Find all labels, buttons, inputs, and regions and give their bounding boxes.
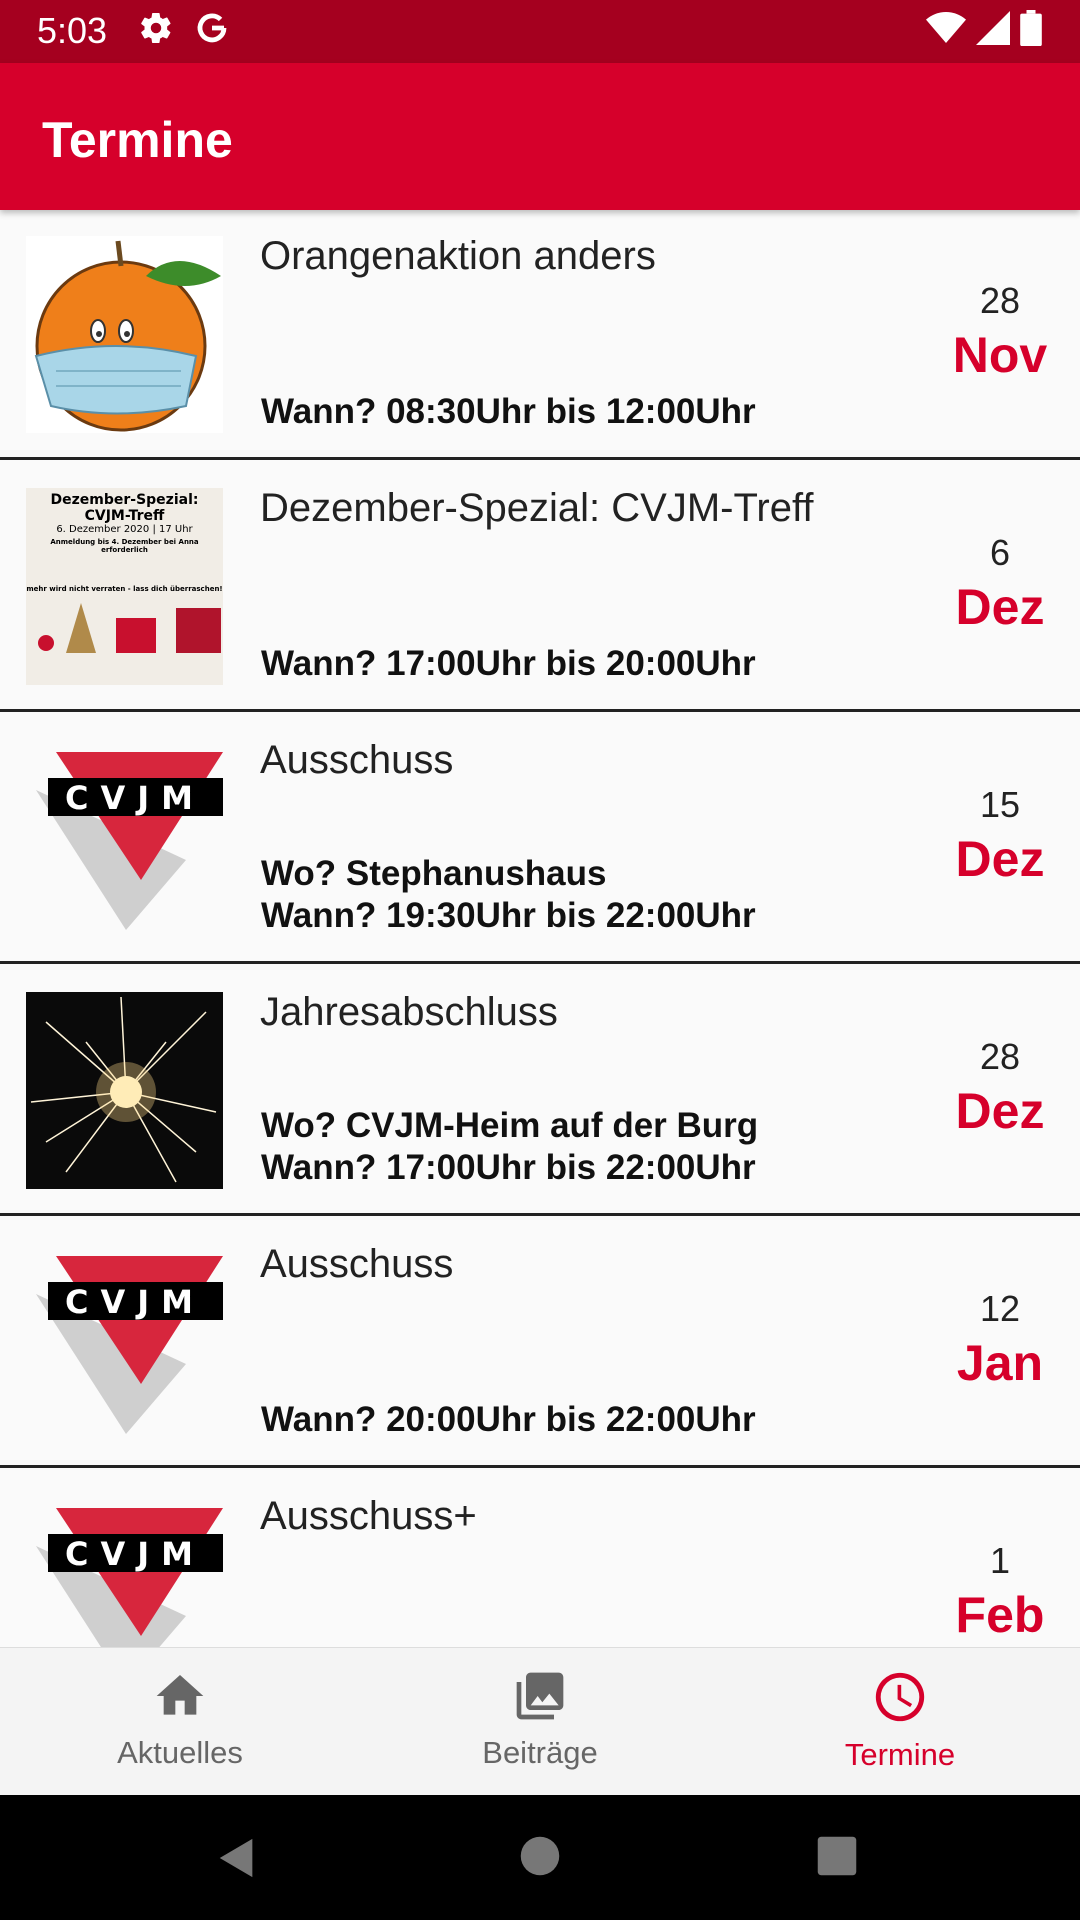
battery-icon [1020, 10, 1042, 46]
event-day: 1 [989, 1540, 1011, 1581]
cvjm-logo-text: CVJM [65, 1535, 205, 1573]
nav-label: Aktuelles [117, 1735, 243, 1770]
orange-mask-icon [26, 236, 223, 433]
event-when: Wann? 17:00Uhr bis 20:00Uhr [261, 644, 756, 683]
system-navigation-bar [0, 1795, 1080, 1920]
events-list[interactable]: Orangenaktion anders Wann? 08:30Uhr bis … [0, 210, 1080, 1647]
event-details: Wo? Stephanushaus Wann? 19:30Uhr bis 22:… [261, 853, 756, 937]
event-day: 15 [979, 784, 1021, 825]
event-day: 12 [979, 1288, 1021, 1329]
cvjm-logo-text: CVJM [65, 779, 205, 817]
clock-icon [875, 1672, 925, 1722]
nav-item-aktuelles[interactable]: Aktuelles [30, 1668, 330, 1771]
event-when: Wann? 17:00Uhr bis 22:00Uhr [261, 1148, 756, 1187]
event-date: 12 Jan [940, 1288, 1060, 1392]
event-where: Wo? Stephanushaus [261, 854, 607, 893]
flyer-footer: mehr wird nicht verraten - lass dich übe… [26, 585, 223, 593]
settings-icon [141, 12, 171, 44]
photo-library-icon [516, 1672, 564, 1720]
flyer-heading: CVJM-Treff [84, 508, 165, 524]
google-icon [197, 13, 227, 43]
cvjm-logo-text: CVJM [65, 1283, 205, 1321]
event-title: Ausschuss [260, 1242, 454, 1286]
flyer-heading: Dezember-Spezial: [50, 492, 199, 508]
app-bar: Termine [0, 63, 1080, 210]
flyer-date: 6. Dezember 2020 | 17 Uhr [56, 524, 193, 535]
cvjm-logo: CVJM [26, 740, 223, 937]
event-date: 28 Dez [940, 1036, 1060, 1140]
event-date: 6 Dez [940, 532, 1060, 636]
event-month: Dez [955, 831, 1045, 887]
cvjm-logo: CVJM [26, 1496, 223, 1647]
nav-label: Termine [844, 1737, 956, 1772]
wifi-icon [926, 12, 966, 43]
event-title: Jahresabschluss [260, 990, 558, 1034]
event-row[interactable]: Dezember-Spezial: CVJM-Treff 6. Dezember… [0, 462, 1080, 712]
event-day: 28 [979, 280, 1021, 321]
flyer-note: Anmeldung bis 4. Dezember bei Anna erfor… [50, 538, 199, 554]
event-month: Feb [955, 1587, 1045, 1643]
nav-label: Beiträge [482, 1735, 598, 1770]
event-day: 28 [979, 1036, 1021, 1077]
event-row[interactable]: CVJM Ausschuss Wann? 20:00Uhr bis 22:00U… [0, 1218, 1080, 1468]
event-title: Orangenaktion anders [260, 234, 656, 278]
event-title: Dezember-Spezial: CVJM-Treff [260, 486, 814, 530]
event-date: 1 Feb [940, 1540, 1060, 1644]
event-day: 6 [989, 532, 1011, 573]
flyer-image: Dezember-Spezial: CVJM-Treff 6. Dezember… [26, 488, 223, 685]
event-when: Wann? 19:30Uhr bis 22:00Uhr [261, 896, 756, 935]
sparkler-image [26, 992, 223, 1189]
event-details: Wann? 20:00Uhr bis 22:00Uhr [261, 1399, 756, 1441]
bottom-navigation: Aktuelles Beiträge Termine [0, 1647, 1080, 1796]
event-month: Jan [956, 1335, 1044, 1391]
event-title: Ausschuss [260, 738, 454, 782]
event-date: 15 Dez [940, 784, 1060, 888]
event-details: Wann? 08:30Uhr bis 12:00Uhr [261, 391, 756, 433]
recents-icon[interactable] [816, 1835, 858, 1877]
nav-item-beitraege[interactable]: Beiträge [390, 1668, 690, 1771]
page-title: Termine [42, 112, 233, 168]
event-row[interactable]: CVJM Ausschuss Wo? Stephanushaus Wann? 1… [0, 714, 1080, 964]
event-row[interactable]: CVJM Ausschuss+ 1 Feb [0, 1470, 1080, 1647]
event-row[interactable]: Orangenaktion anders Wann? 08:30Uhr bis … [0, 210, 1080, 460]
event-when: Wann? 20:00Uhr bis 22:00Uhr [261, 1400, 756, 1439]
event-month: Dez [955, 579, 1045, 635]
signal-icon [976, 11, 1010, 45]
event-row[interactable]: Jahresabschluss Wo? CVJM-Heim auf der Bu… [0, 966, 1080, 1216]
nav-item-termine[interactable]: Termine [750, 1668, 1050, 1773]
event-when: Wann? 08:30Uhr bis 12:00Uhr [261, 392, 756, 431]
event-date: 28 Nov [940, 280, 1060, 384]
status-bar: 5:03 [0, 0, 1080, 63]
event-details: Wann? 17:00Uhr bis 20:00Uhr [261, 643, 756, 685]
event-month: Nov [952, 327, 1048, 383]
cvjm-logo: CVJM [26, 1244, 223, 1441]
event-title: Ausschuss+ [260, 1494, 477, 1538]
home-button-icon[interactable] [519, 1835, 561, 1877]
home-icon [156, 1675, 204, 1715]
event-month: Dez [955, 1083, 1045, 1139]
event-details: Wo? CVJM-Heim auf der Burg Wann? 17:00Uh… [261, 1105, 758, 1189]
back-icon[interactable] [214, 1835, 260, 1881]
event-where: Wo? CVJM-Heim auf der Burg [261, 1106, 759, 1145]
status-time: 5:03 [37, 10, 108, 51]
